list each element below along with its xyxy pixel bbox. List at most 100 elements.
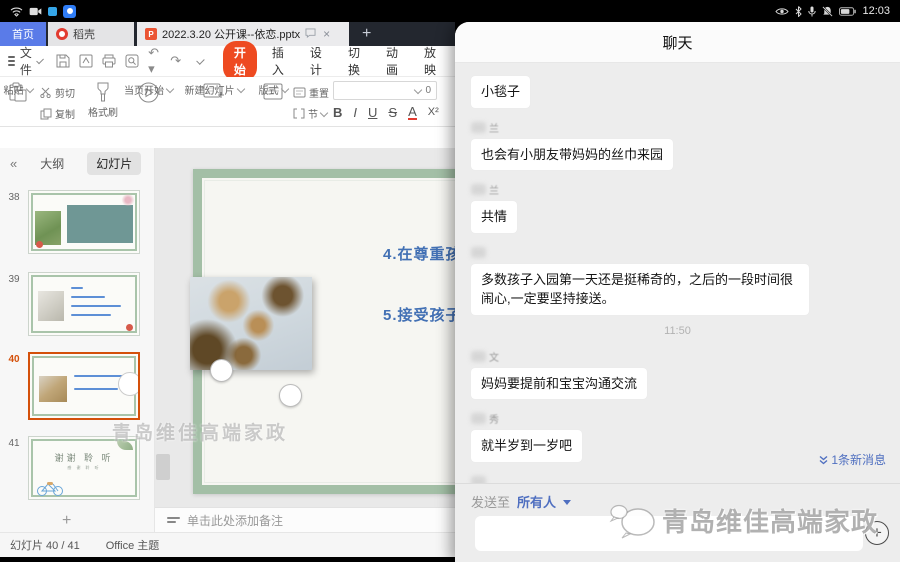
tab-home[interactable]: 首页 — [0, 22, 46, 46]
cast-icon — [48, 7, 57, 16]
collapse-panel-icon[interactable]: « — [10, 156, 17, 171]
sender-avatar-blur — [471, 122, 486, 133]
tab-slides[interactable]: 幻灯片 — [87, 152, 141, 175]
ribbon-tab-插入[interactable]: 插入 — [261, 41, 295, 81]
chat-header: 聊天 — [455, 22, 900, 63]
format-button-i[interactable]: I — [353, 106, 357, 119]
find-icon[interactable] — [125, 54, 139, 68]
chat-messages[interactable]: 小毯子兰也会有小朋友带妈妈的丝巾来园兰共情多数孩子入园第一天还是挺稀奇的，之后的… — [455, 63, 900, 484]
notes-icon — [167, 515, 180, 525]
chat-bubble[interactable]: 就半岁到一岁吧 — [471, 430, 582, 462]
tab-docer-label: 稻壳 — [73, 26, 95, 42]
slide-thumb-38[interactable]: 38 — [0, 190, 155, 254]
undo-icon[interactable]: ↶ ▾ — [148, 45, 161, 77]
selection-handle[interactable] — [279, 384, 302, 407]
format-button-a[interactable]: A — [408, 105, 417, 120]
file-menu[interactable]: 文件 — [20, 44, 34, 78]
slide-number: 40 — [0, 352, 28, 420]
eye-icon — [775, 7, 789, 16]
chat-bubble[interactable]: 小毯子 — [471, 76, 530, 108]
format-painter-label: 格式刷 — [88, 104, 118, 119]
font-size-value: 0 — [425, 85, 431, 96]
slide-41-title: 谢谢 聆 听 — [29, 451, 139, 464]
chat-sender — [471, 246, 884, 259]
chat-sender: 兰 — [471, 183, 884, 196]
copy-button[interactable]: 复制 — [40, 106, 75, 121]
ribbon-tabs: 开始插入设计切换动画放映 — [223, 41, 447, 81]
slide-thumb-39[interactable]: 39 — [0, 272, 155, 336]
format-button-x2[interactable]: X² — [428, 107, 439, 118]
chat-bubble[interactable]: 也会有小朋友带妈妈的丝巾来园 — [471, 139, 673, 171]
chat-input[interactable] — [475, 516, 863, 551]
format-painter-button[interactable]: 格式刷 — [88, 82, 118, 119]
scrollbar-thumb[interactable] — [156, 454, 170, 480]
new-slide-label: 新建幻灯片 — [185, 82, 235, 97]
format-button-b[interactable]: B — [333, 106, 342, 119]
ribbon-collapse-icon[interactable] — [196, 56, 204, 64]
tab-docer[interactable]: 稻壳 — [48, 22, 134, 46]
ribbon-tab-放映[interactable]: 放映 — [413, 41, 447, 81]
cut-button[interactable]: 剪切 — [40, 85, 75, 100]
tab-outline[interactable]: 大纲 — [31, 152, 73, 175]
ribbon-tab-切换[interactable]: 切换 — [337, 41, 371, 81]
add-slide-button[interactable]: + — [62, 512, 71, 530]
bell-off-icon — [822, 6, 833, 17]
theme-name: Office 主题 — [106, 537, 160, 553]
format-button-u[interactable]: U — [368, 106, 377, 119]
format-button-s[interactable]: S — [388, 106, 397, 119]
slide-thumb-41[interactable]: 41 谢谢 聆 听 感 谢 聆 听 — [0, 436, 155, 500]
chat-sender: 兰 — [471, 121, 884, 134]
font-size-combo[interactable]: 0 — [333, 81, 437, 100]
slide-number: 38 — [0, 190, 28, 254]
quick-icons: ↶ ▾ ↷ — [56, 45, 203, 77]
selection-handle[interactable] — [210, 359, 233, 382]
notes-bar[interactable]: 单击此处添加备注 — [155, 507, 455, 532]
reset-label: 重置 — [309, 85, 329, 100]
new-messages-chip[interactable]: 1条新消息 — [819, 451, 886, 468]
sender-avatar-blur — [471, 351, 486, 362]
system-status-bar: 12:03 — [0, 0, 900, 22]
play-from-page-button[interactable]: 当页开始 — [138, 82, 159, 103]
battery-icon — [839, 7, 856, 16]
slide-canvas[interactable]: 4.在尊重孩 5.接受孩子 — [155, 148, 455, 507]
hamburger-icon[interactable] — [8, 54, 15, 68]
slide-thumb-40-selected[interactable]: 40 — [0, 352, 155, 420]
chat-bubble[interactable]: 共情 — [471, 201, 517, 233]
slide-counter: 幻灯片 40 / 41 — [10, 537, 80, 553]
wps-window: 首页 稻壳 P 2022.3.20 公开课--依恋.pptx × + 文件 — [0, 22, 455, 535]
slide-photo[interactable] — [190, 277, 312, 370]
docer-icon — [56, 28, 68, 40]
bicycle-graphic — [35, 480, 65, 496]
android-nav-bar — [0, 557, 455, 562]
tab-document-label: 2022.3.20 公开课--依恋.pptx — [162, 26, 300, 42]
send-to-selector[interactable]: 所有人 — [517, 492, 556, 511]
chat-bubble[interactable]: 妈妈要提前和宝宝沟通交流 — [471, 368, 647, 400]
tab-home-label: 首页 — [12, 26, 34, 42]
cut-label: 剪切 — [55, 85, 75, 100]
print-icon[interactable] — [102, 54, 116, 68]
chat-plus-button[interactable]: + — [865, 521, 889, 545]
close-tab-icon[interactable]: × — [323, 27, 330, 41]
ribbon-tab-设计[interactable]: 设计 — [299, 41, 333, 81]
section-button[interactable]: 节 — [293, 106, 327, 121]
chat-sender: 文 — [471, 350, 884, 363]
video-icon — [29, 7, 42, 16]
chat-sender: 秀 — [471, 412, 884, 425]
export-icon[interactable] — [79, 54, 93, 68]
ribbon-tab-开始[interactable]: 开始 — [223, 41, 257, 81]
chat-bubble[interactable]: 多数孩子入园第一天还是挺稀奇的，之后的一段时间很闹心,一定要坚持接送。 — [471, 264, 809, 315]
reset-button[interactable]: 重置 — [293, 85, 329, 100]
new-messages-label: 1条新消息 — [831, 451, 886, 468]
comment-icon[interactable] — [305, 28, 316, 41]
redo-icon[interactable]: ↷ — [170, 53, 181, 69]
ribbon-tab-动画[interactable]: 动画 — [375, 41, 409, 81]
new-slide-button[interactable]: 新建幻灯片 — [203, 82, 225, 101]
sender-avatar-blur — [471, 247, 486, 258]
layout-button[interactable]: 版式 — [262, 82, 284, 101]
slide-text[interactable]: 4.在尊重孩 5.接受孩子 — [383, 243, 455, 325]
slide-number: 41 — [0, 436, 28, 500]
save-icon[interactable] — [56, 54, 70, 68]
copy-label: 复制 — [55, 106, 75, 121]
paste-label: 粘贴 — [4, 82, 24, 97]
paste-button[interactable]: 粘贴 — [8, 82, 28, 102]
